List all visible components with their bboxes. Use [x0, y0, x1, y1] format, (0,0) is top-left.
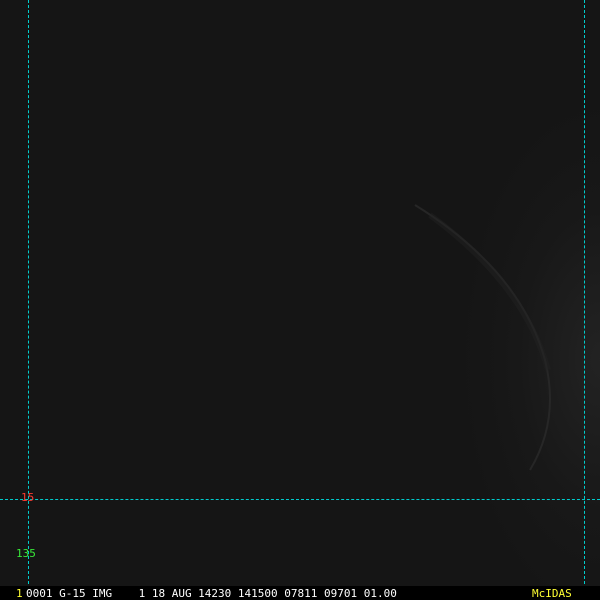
latitude-label: 15	[21, 491, 35, 504]
image-info-text: 0001 G-15 IMG 1 18 AUG 14230 141500 0781…	[26, 587, 397, 600]
brand-label: McIDAS	[532, 587, 572, 600]
frame-number: 1	[16, 587, 23, 600]
status-bar: 1 0001 G-15 IMG 1 18 AUG 14230 141500 07…	[0, 586, 600, 600]
cursor-vertical-right	[584, 0, 585, 584]
longitude-label: 135	[16, 547, 36, 560]
cursor-horizontal	[0, 499, 600, 500]
image-viewport[interactable]: 15 135 1 0001 G-15 IMG 1 18 AUG 14230 14…	[0, 0, 600, 600]
